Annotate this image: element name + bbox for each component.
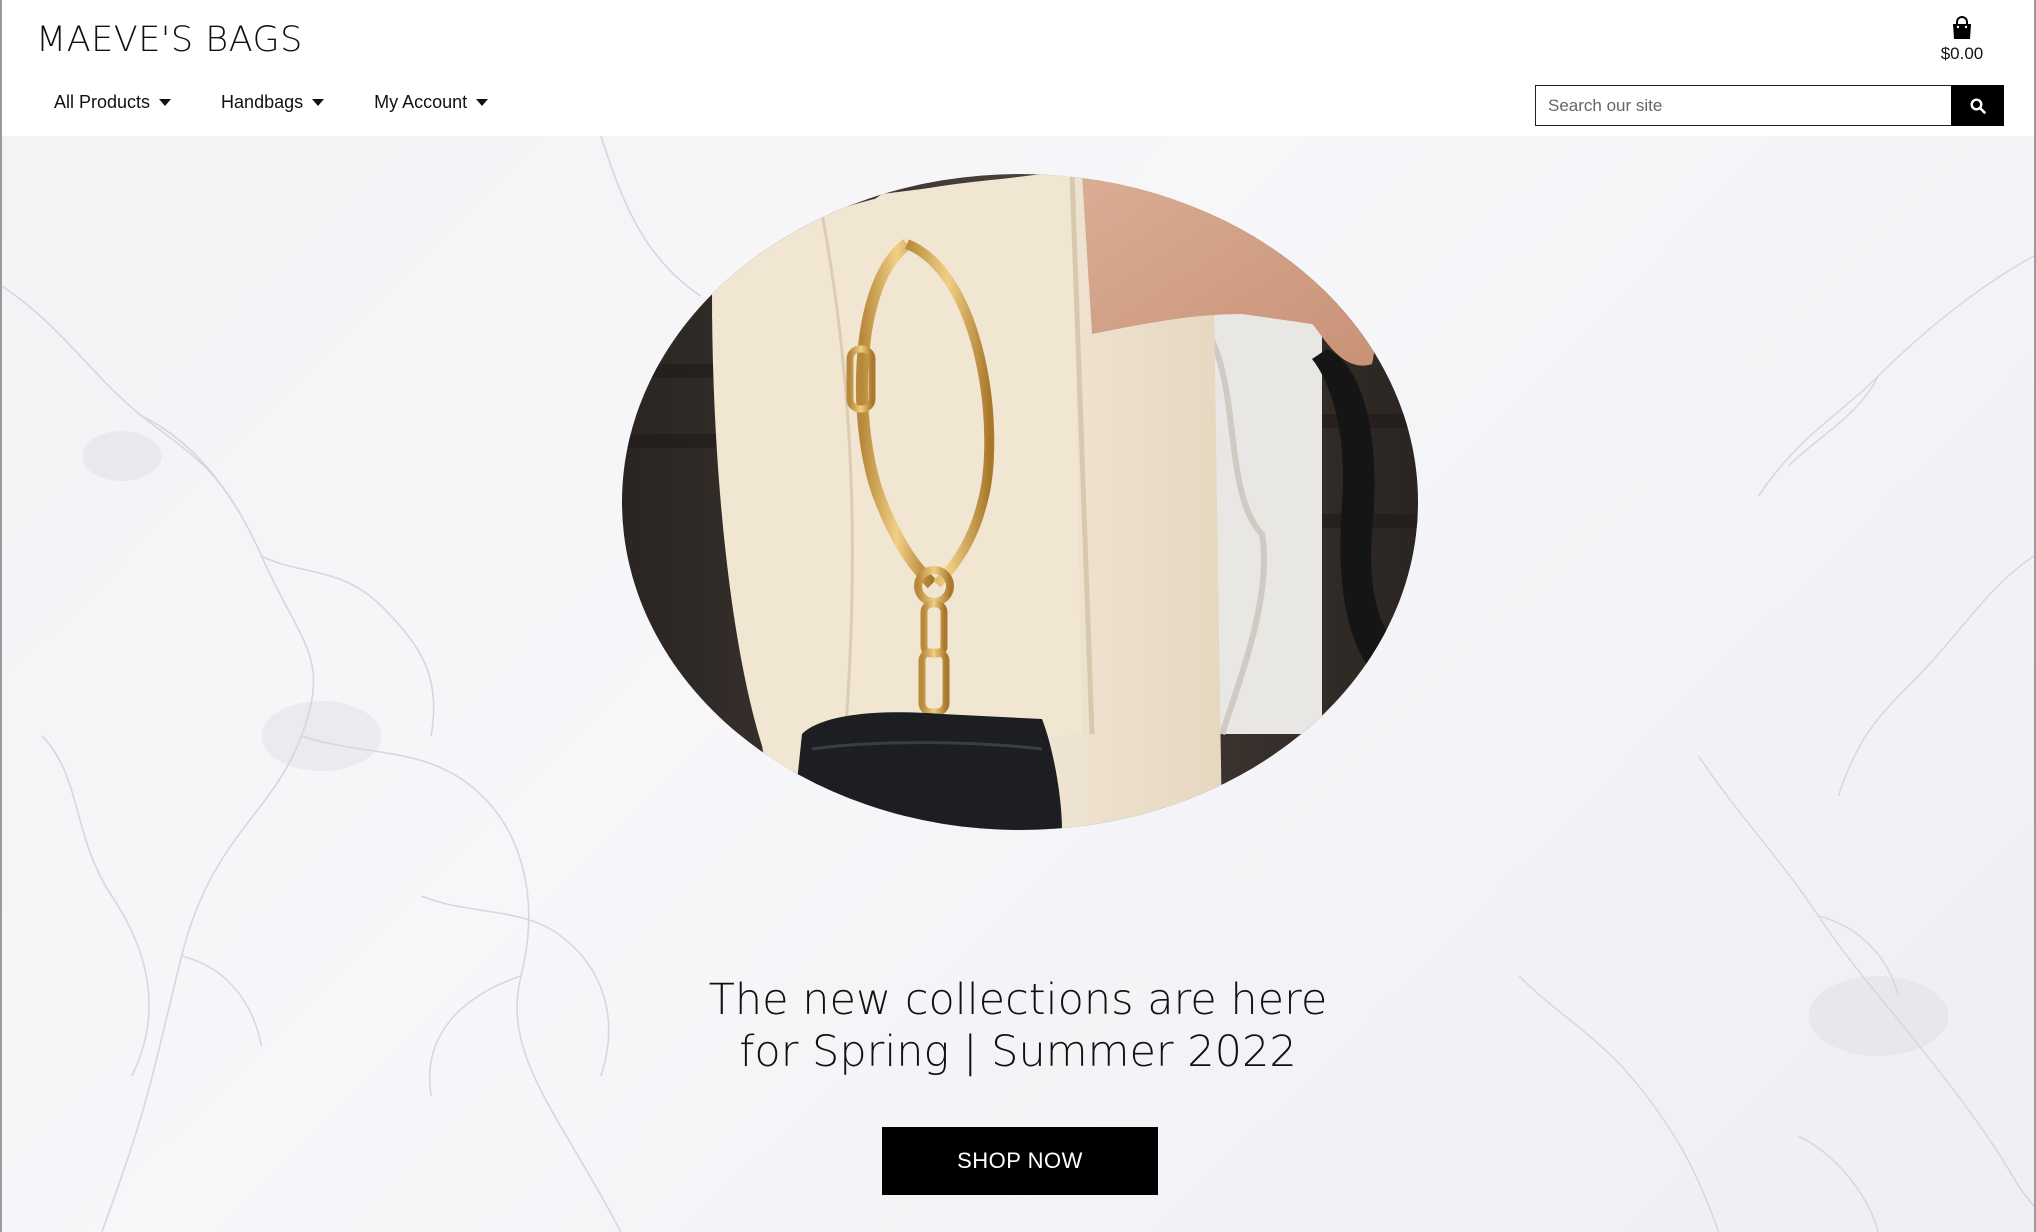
page: MAEVE'S BAGS $0.00 All Products Handbags… <box>0 0 2036 1232</box>
search-form <box>1535 85 2004 126</box>
search-icon <box>1969 97 1986 114</box>
caret-down-icon <box>312 99 325 106</box>
main-nav: All Products Handbags My Account <box>54 92 538 113</box>
brand-logo[interactable]: MAEVE'S BAGS <box>36 20 303 60</box>
hero-headline: The new collections are here for Spring … <box>2 974 2034 1078</box>
nav-handbags[interactable]: Handbags <box>221 92 325 113</box>
nav-item-label: Handbags <box>221 92 304 112</box>
caret-down-icon <box>476 99 489 106</box>
headline-line-2: for Spring | Summer 2022 <box>739 1027 1297 1077</box>
nav-all-products[interactable]: All Products <box>54 92 172 113</box>
search-button[interactable] <box>1951 85 2004 126</box>
search-input[interactable] <box>1535 85 1951 126</box>
caret-down-icon <box>159 99 172 106</box>
nav-item-label: All Products <box>54 92 151 112</box>
nav-item-label: My Account <box>374 92 468 112</box>
shop-now-button[interactable]: SHOP NOW <box>882 1127 1158 1195</box>
shopping-bag-icon <box>1953 16 1971 39</box>
hero-section: The new collections are here for Spring … <box>2 136 2034 1232</box>
nav-my-account[interactable]: My Account <box>374 92 489 113</box>
hero-image <box>622 174 1418 830</box>
cart-total: $0.00 <box>1940 44 1984 63</box>
cart-button[interactable]: $0.00 <box>1922 16 2002 64</box>
handbag-photo <box>622 174 1418 830</box>
site-header: MAEVE'S BAGS $0.00 All Products Handbags… <box>2 0 2034 136</box>
headline-line-1: The new collections are here <box>708 975 1328 1025</box>
